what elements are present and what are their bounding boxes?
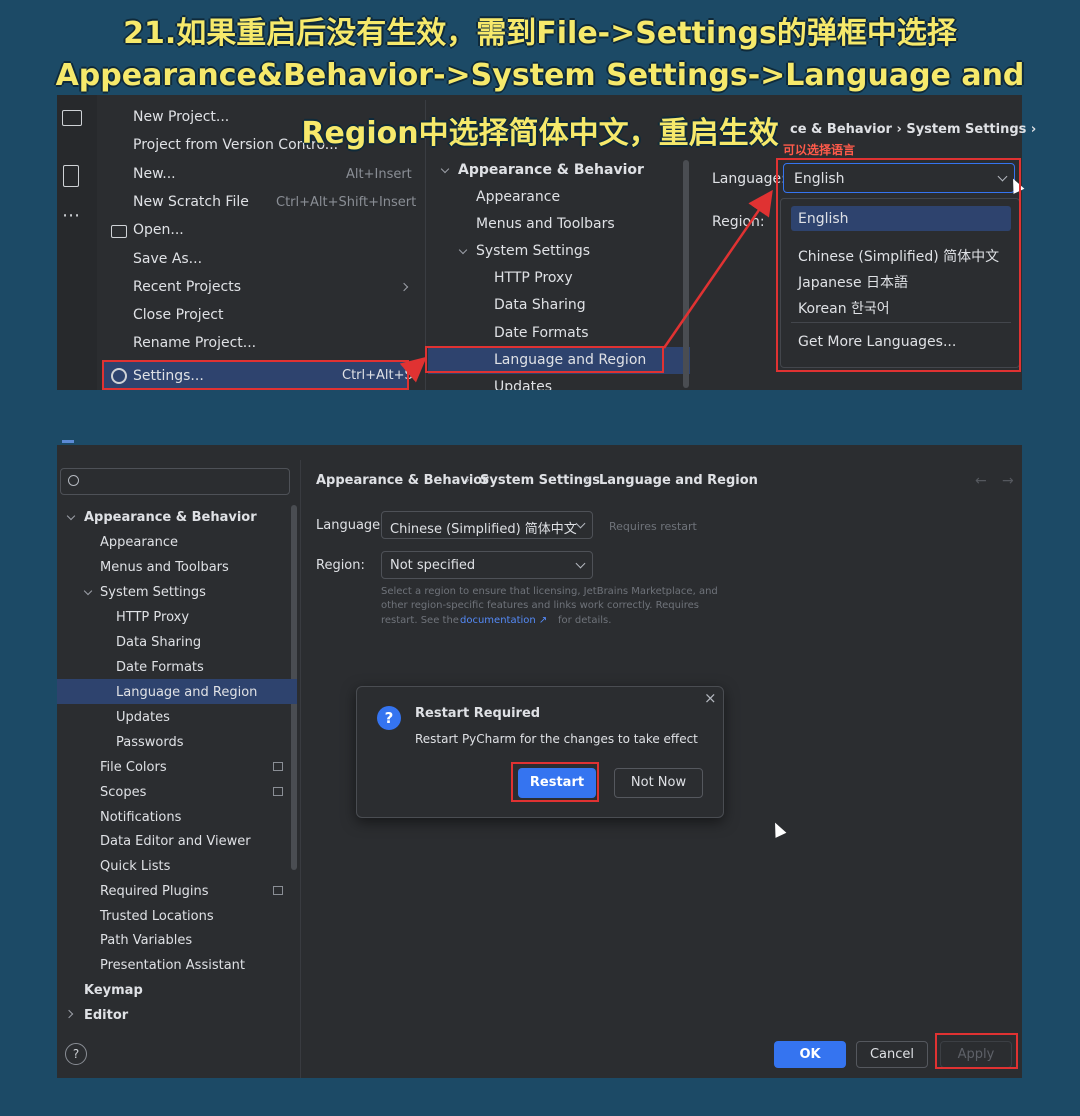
- sidebar-item-editor[interactable]: Editor: [84, 1008, 128, 1023]
- not-now-button[interactable]: Not Now: [614, 768, 703, 798]
- sidebar-item-trusted-locations[interactable]: Trusted Locations: [100, 909, 214, 924]
- region-help-line-3b: for details.: [558, 615, 612, 626]
- sidebar-item-updates[interactable]: Updates: [116, 710, 170, 725]
- question-icon: ?: [377, 706, 401, 730]
- ok-button[interactable]: OK: [774, 1041, 846, 1068]
- sidebar-item-data-editor[interactable]: Data Editor and Viewer: [100, 834, 251, 849]
- settings-search-input[interactable]: [60, 468, 290, 495]
- breadcrumb-language-region: Language and Region: [599, 473, 758, 488]
- language-combo[interactable]: Chinese (Simplified) 简体中文: [381, 511, 593, 539]
- region-combo[interactable]: Not specified: [381, 551, 593, 579]
- language-label: Language:: [316, 518, 385, 533]
- region-help-line-3a: restart. See the: [381, 615, 459, 626]
- search-icon: [68, 475, 79, 486]
- dialog-title: Restart Required: [415, 706, 541, 721]
- region-help-line-2: other region-specific features and links…: [381, 600, 699, 611]
- breadcrumb-appearance-behavior[interactable]: Appearance & Behavior: [316, 473, 489, 488]
- window-title-accent: [62, 440, 74, 443]
- sidebar-item-required-plugins[interactable]: Required Plugins: [100, 884, 209, 899]
- caption-line-2: Appearance&Behavior->System Settings->La…: [55, 58, 1025, 93]
- cancel-button[interactable]: Cancel: [856, 1041, 928, 1068]
- forward-arrow-icon[interactable]: →: [1002, 473, 1014, 489]
- sidebar-item-system-settings[interactable]: System Settings: [100, 585, 206, 600]
- dialog-close-icon[interactable]: ×: [704, 689, 717, 707]
- sidebar-item-appearance-behavior[interactable]: Appearance & Behavior: [84, 510, 257, 525]
- sidebar-item-http-proxy[interactable]: HTTP Proxy: [116, 610, 189, 625]
- sidebar-item-language-region[interactable]: Language and Region: [116, 685, 257, 700]
- sidebar-item-scopes[interactable]: Scopes: [100, 785, 146, 800]
- breadcrumb-system-settings[interactable]: System Settings: [480, 473, 600, 488]
- region-value: Not specified: [390, 558, 476, 573]
- region-help-line-1: Select a region to ensure that licensing…: [381, 586, 718, 597]
- breadcrumb-separator: ›: [465, 473, 471, 488]
- caption-line-1: 21.如果重启后没有生效，需到File->Settings的弹框中选择: [123, 16, 957, 51]
- sidebar-item-data-sharing[interactable]: Data Sharing: [116, 635, 201, 650]
- breadcrumb-separator: ›: [584, 473, 590, 488]
- sidebar-item-keymap[interactable]: Keymap: [84, 983, 143, 998]
- chevron-down-icon: [575, 518, 586, 529]
- language-value: Chinese (Simplified) 简体中文: [390, 522, 577, 537]
- sidebar-item-presentation-assistant[interactable]: Presentation Assistant: [100, 958, 245, 973]
- sidebar-item-quick-lists[interactable]: Quick Lists: [100, 859, 170, 874]
- back-arrow-icon[interactable]: ←: [975, 473, 987, 489]
- dialog-message: Restart PyCharm for the changes to take …: [415, 732, 698, 746]
- highlight-apply-button: [935, 1033, 1018, 1069]
- help-icon[interactable]: ?: [65, 1043, 87, 1065]
- highlight-restart-button: [511, 762, 599, 802]
- sidebar-item-date-formats[interactable]: Date Formats: [116, 660, 204, 675]
- project-level-icon: [273, 787, 283, 796]
- project-level-icon: [273, 886, 283, 895]
- documentation-link[interactable]: documentation ↗: [460, 615, 547, 626]
- region-label: Region:: [316, 558, 365, 573]
- requires-restart-hint: Requires restart: [609, 520, 697, 533]
- sidebar-item-path-variables[interactable]: Path Variables: [100, 933, 192, 948]
- sidebar-item-appearance[interactable]: Appearance: [100, 535, 178, 550]
- chevron-down-icon: [575, 558, 586, 569]
- project-level-icon: [273, 762, 283, 771]
- sidebar-item-passwords[interactable]: Passwords: [116, 735, 184, 750]
- sidebar-item-file-colors[interactable]: File Colors: [100, 760, 167, 775]
- caption-line-3: Region中选择简体中文，重启生效: [301, 116, 779, 151]
- sidebar-item-notifications[interactable]: Notifications: [100, 810, 181, 825]
- sidebar-item-menus-toolbars[interactable]: Menus and Toolbars: [100, 560, 229, 575]
